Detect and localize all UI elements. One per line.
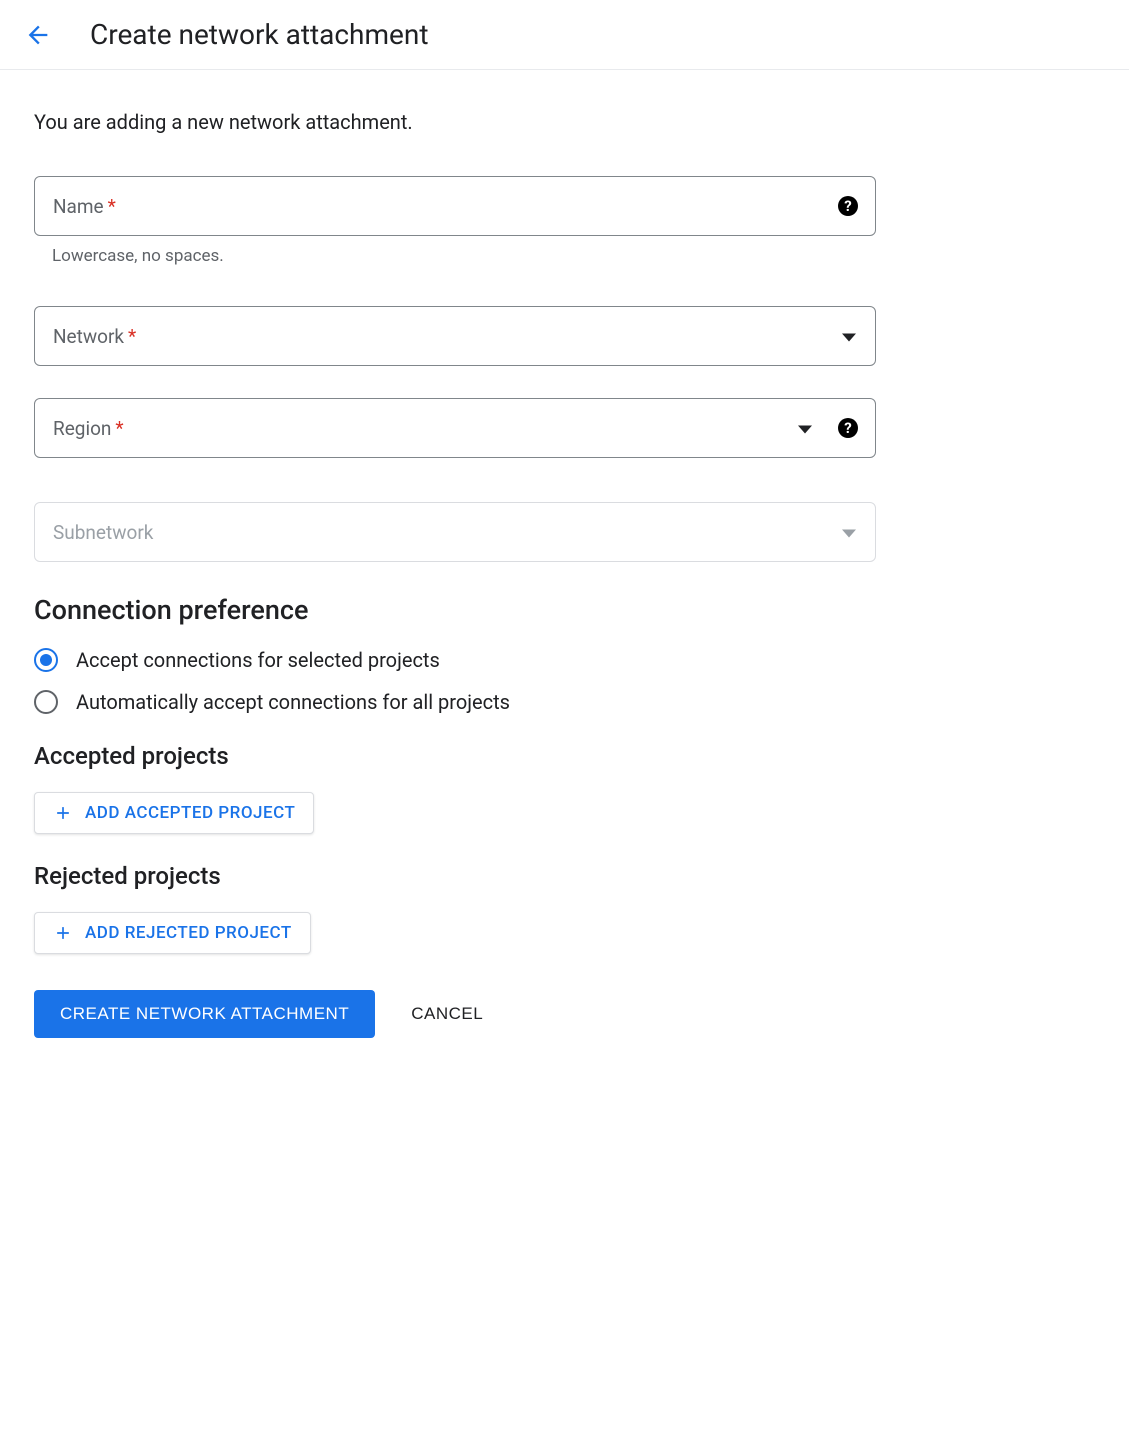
plus-icon [53, 923, 73, 943]
chevron-down-icon [798, 426, 812, 434]
rejected-projects-heading: Rejected projects [34, 862, 876, 890]
form-content: You are adding a new network attachment.… [0, 70, 910, 1078]
radio-selected-projects[interactable]: Accept connections for selected projects [34, 648, 876, 672]
plus-icon [53, 803, 73, 823]
intro-text: You are adding a new network attachment. [34, 110, 876, 134]
help-icon: ? [836, 416, 860, 440]
form-footer: CREATE NETWORK ATTACHMENT CANCEL [34, 990, 876, 1038]
add-rejected-label: ADD REJECTED PROJECT [85, 923, 292, 943]
name-field-wrap: Name* ? [34, 176, 876, 236]
chevron-down-icon [842, 334, 856, 342]
region-label: Region* [53, 417, 124, 440]
subnetwork-field-wrap: Subnetwork [34, 502, 876, 562]
add-accepted-project-button[interactable]: ADD ACCEPTED PROJECT [34, 792, 314, 834]
name-hint: Lowercase, no spaces. [52, 246, 876, 266]
network-field-wrap: Network* [34, 306, 876, 366]
network-dropdown-icon [842, 327, 856, 346]
region-select[interactable]: Region* [34, 398, 876, 458]
subnetwork-select[interactable]: Subnetwork [34, 502, 876, 562]
cancel-button[interactable]: CANCEL [411, 1004, 483, 1024]
arrow-left-icon [24, 21, 52, 49]
name-label: Name* [53, 195, 116, 218]
add-accepted-label: ADD ACCEPTED PROJECT [85, 803, 295, 823]
name-help-button[interactable]: ? [836, 194, 860, 218]
connection-preference-heading: Connection preference [34, 594, 876, 626]
page-header: Create network attachment [0, 0, 1129, 70]
subnetwork-label: Subnetwork [53, 521, 153, 544]
chevron-down-icon [842, 530, 856, 538]
subnetwork-dropdown-icon [842, 523, 856, 542]
add-rejected-project-button[interactable]: ADD REJECTED PROJECT [34, 912, 311, 954]
accepted-projects-heading: Accepted projects [34, 742, 876, 770]
network-select[interactable]: Network* [34, 306, 876, 366]
radio-icon [34, 648, 58, 672]
svg-text:?: ? [844, 419, 851, 437]
help-icon: ? [836, 194, 860, 218]
region-help-button[interactable]: ? [836, 416, 860, 440]
back-button[interactable] [24, 21, 52, 49]
page-title: Create network attachment [90, 18, 428, 51]
region-field-wrap: Region* ? [34, 398, 876, 458]
radio-all-label: Automatically accept connections for all… [76, 690, 510, 714]
region-dropdown-icon [798, 419, 812, 438]
radio-selected-label: Accept connections for selected projects [76, 648, 440, 672]
radio-all-projects[interactable]: Automatically accept connections for all… [34, 690, 876, 714]
name-input[interactable]: Name* [34, 176, 876, 236]
network-label: Network* [53, 325, 136, 348]
create-button[interactable]: CREATE NETWORK ATTACHMENT [34, 990, 375, 1038]
radio-icon [34, 690, 58, 714]
svg-text:?: ? [844, 197, 851, 215]
connection-preference-radios: Accept connections for selected projects… [34, 648, 876, 714]
